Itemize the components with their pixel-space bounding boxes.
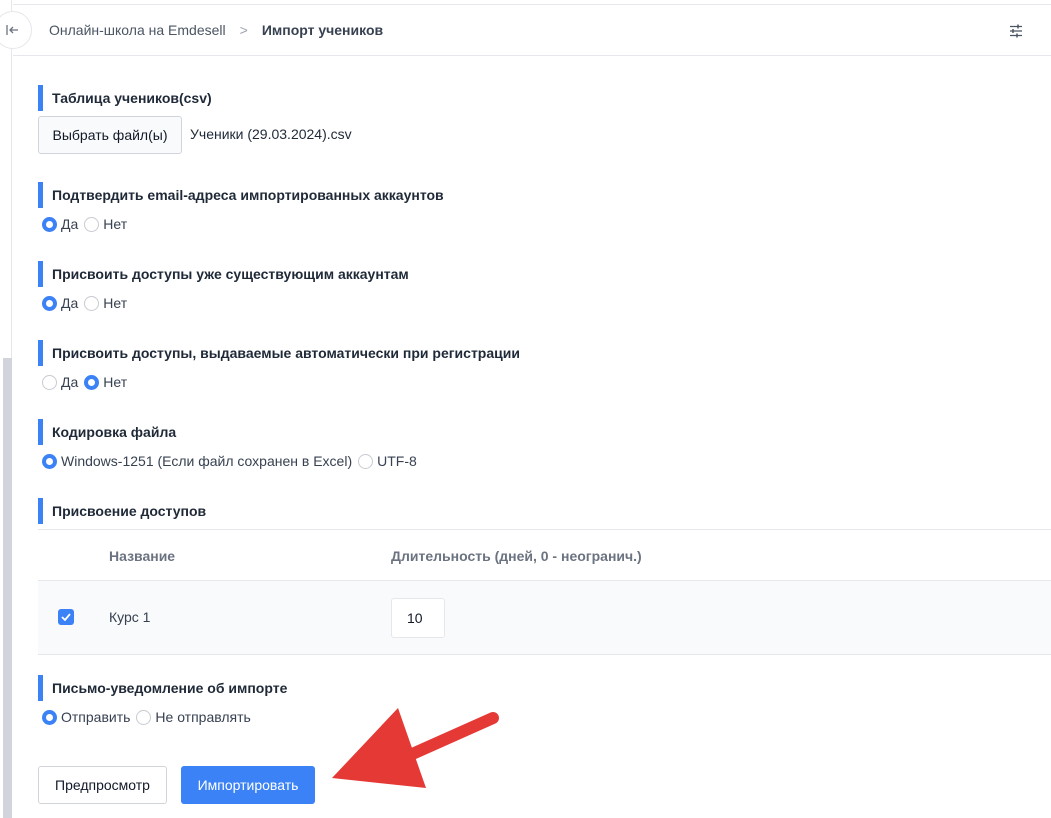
check-icon bbox=[61, 613, 71, 621]
encoding-options: Windows-1251 (Если файл сохранен в Excel… bbox=[42, 453, 423, 469]
filter-settings-button[interactable] bbox=[1007, 22, 1025, 40]
notify-skip-label: Не отправлять bbox=[155, 709, 251, 725]
auto-access-yes-label: Да bbox=[61, 374, 79, 390]
course-name: Курс 1 bbox=[109, 609, 151, 625]
encoding-utf8-label: UTF-8 bbox=[377, 453, 417, 469]
preview-button[interactable]: Предпросмотр bbox=[38, 766, 167, 804]
selected-file-name: Ученики (29.03.2024).csv bbox=[190, 126, 352, 142]
arrow-head bbox=[332, 708, 426, 788]
auto-access-title: Присвоить доступы, выдаваемые автоматиче… bbox=[38, 340, 520, 366]
confirm-email-yes-label: Да bbox=[61, 216, 79, 232]
encoding-windows-label: Windows-1251 (Если файл сохранен в Excel… bbox=[61, 453, 353, 469]
confirm-email-no-radio[interactable] bbox=[84, 216, 100, 232]
breadcrumb-separator: > bbox=[239, 22, 248, 38]
notify-send-radio[interactable] bbox=[42, 709, 57, 725]
notify-options: Отправить Не отправлять bbox=[42, 709, 257, 725]
existing-accounts-options: Да Нет bbox=[42, 295, 133, 311]
existing-accounts-no-radio[interactable] bbox=[84, 295, 100, 311]
notify-send-label: Отправить bbox=[61, 709, 131, 725]
encoding-windows-radio[interactable] bbox=[42, 453, 57, 469]
existing-accounts-title: Присвоить доступы уже существующим аккау… bbox=[38, 261, 409, 287]
access-table-header: Название Длительность (дней, 0 - неогран… bbox=[38, 529, 1051, 581]
left-rail bbox=[0, 0, 12, 818]
existing-accounts-yes-label: Да bbox=[61, 295, 79, 311]
sliders-icon bbox=[1010, 24, 1022, 38]
existing-accounts-yes-radio[interactable] bbox=[42, 295, 57, 311]
access-title: Присвоение доступов bbox=[38, 498, 206, 524]
red-arrow-annotation bbox=[332, 708, 499, 788]
confirm-email-title: Подтвердить email-адреса импортированных… bbox=[38, 182, 444, 208]
confirm-email-yes-radio[interactable] bbox=[42, 216, 57, 232]
choose-file-button[interactable]: Выбрать файл(ы) bbox=[38, 116, 182, 154]
duration-input[interactable] bbox=[391, 598, 445, 638]
encoding-utf8-radio[interactable] bbox=[358, 453, 374, 469]
csv-section-title: Таблица учеников(csv) bbox=[38, 85, 212, 111]
table-row: Курс 1 bbox=[38, 580, 1051, 655]
course-checkbox[interactable] bbox=[58, 609, 74, 625]
scrollbar-thumb[interactable] bbox=[3, 358, 12, 818]
page-title: Импорт учеников bbox=[261, 22, 384, 38]
encoding-title: Кодировка файла bbox=[38, 419, 176, 445]
auto-access-no-radio[interactable] bbox=[84, 374, 100, 390]
confirm-email-no-label: Нет bbox=[103, 216, 128, 232]
column-duration-header: Длительность (дней, 0 - неогранич.) bbox=[391, 547, 642, 564]
column-name-header: Название bbox=[109, 547, 176, 564]
collapse-left-icon bbox=[6, 25, 18, 35]
auto-access-no-label: Нет bbox=[103, 374, 128, 390]
auto-access-options: Да Нет bbox=[42, 374, 133, 390]
auto-access-yes-radio[interactable] bbox=[42, 374, 57, 390]
topbar: Онлайн-школа на Emdesell > Импорт ученик… bbox=[13, 4, 1051, 56]
breadcrumb: Онлайн-школа на Emdesell > Импорт ученик… bbox=[49, 22, 383, 38]
notify-skip-radio[interactable] bbox=[136, 709, 152, 725]
notify-title: Письмо-уведомление об импорте bbox=[38, 675, 287, 701]
existing-accounts-no-label: Нет bbox=[103, 295, 128, 311]
import-button[interactable]: Импортировать bbox=[181, 766, 315, 804]
confirm-email-options: Да Нет bbox=[42, 216, 133, 232]
breadcrumb-school-link[interactable]: Онлайн-школа на Emdesell bbox=[49, 22, 226, 38]
